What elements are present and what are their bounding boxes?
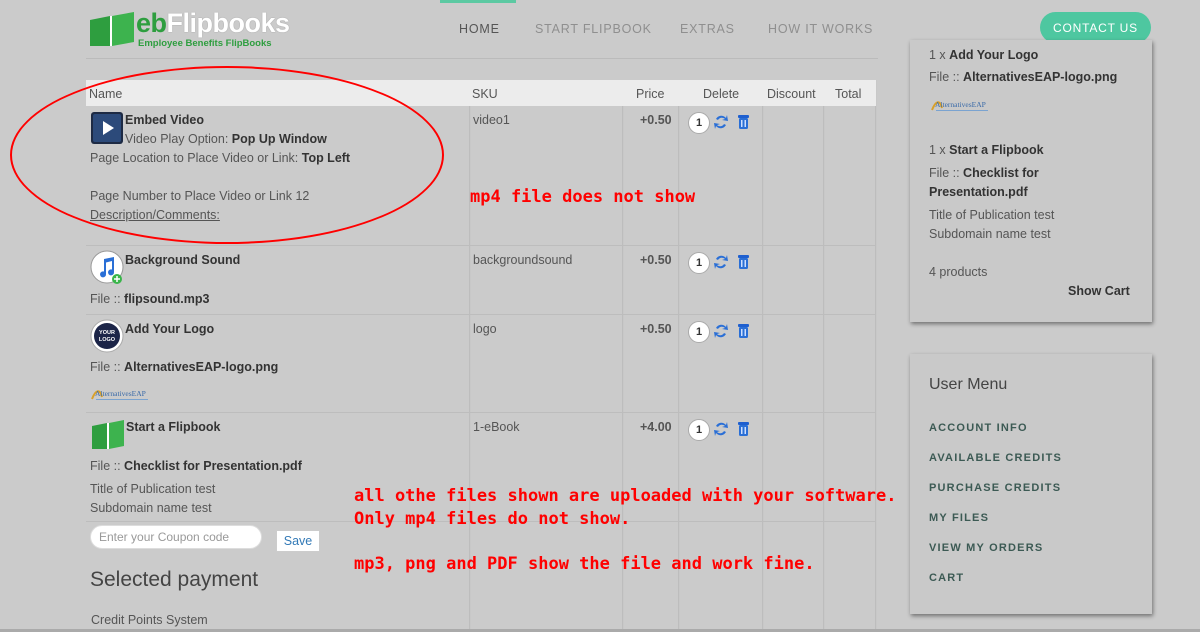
item-price: +0.50 (640, 253, 672, 267)
svg-text:AlternativesEAP: AlternativesEAP (95, 389, 146, 398)
svg-text:AlternativesEAP: AlternativesEAP (935, 100, 986, 109)
flipbook-logo-icon (90, 12, 134, 46)
item-file: File :: Checklist for Presentation.pdf (90, 459, 302, 473)
quantity-field[interactable]: 1 (688, 321, 710, 343)
site-logo[interactable]: ebFlipbooks Employee Benefits FlipBooks (88, 8, 290, 54)
menu-available-credits[interactable]: AVAILABLE CREDITS (929, 452, 1062, 464)
your-logo-text-top: YOUR (99, 330, 115, 336)
your-logo-icon: YOUR LOGO (90, 319, 124, 353)
column-header-price: Price (636, 87, 665, 101)
column-header-total: Total (835, 87, 862, 101)
item-title: Add Your Logo (125, 322, 215, 336)
nav-home[interactable]: HOME (459, 22, 500, 36)
user-menu-panel: User Menu ACCOUNT INFO AVAILABLE CREDITS… (910, 354, 1152, 614)
column-divider (622, 80, 624, 632)
your-logo-text-bottom: LOGO (99, 337, 116, 343)
nav-active-indicator (440, 0, 516, 3)
mini-cart-file-flipbook: File :: Checklist for (929, 166, 1039, 180)
mini-cart-file-flipbook-cont: Presentation.pdf (929, 185, 1028, 199)
column-divider (678, 80, 680, 632)
delete-icon[interactable] (737, 113, 750, 130)
save-coupon-button[interactable]: Save (276, 530, 320, 552)
column-divider (823, 80, 825, 632)
header-divider (86, 58, 878, 59)
menu-purchase-credits[interactable]: PURCHASE CREDITS (929, 482, 1061, 494)
publication-title: Title of Publication test (90, 482, 216, 496)
item-price: +0.50 (640, 322, 672, 336)
update-icon[interactable] (713, 253, 729, 271)
item-file: File :: AlternativesEAP-logo.png (90, 360, 279, 374)
mini-cart-panel: 1 x Add Your Logo File :: AlternativesEA… (910, 40, 1152, 322)
update-icon[interactable] (713, 113, 729, 131)
flipbook-icon (92, 420, 124, 449)
show-cart-link[interactable]: Show Cart (1068, 284, 1130, 298)
delete-icon[interactable] (737, 420, 750, 437)
alternatives-eap-logo-icon: AlternativesEAP (91, 389, 148, 400)
annotation-line-2: Only mp4 files do not show. (354, 509, 631, 529)
nav-start-flipbook[interactable]: START FLIPBOOK (535, 22, 652, 36)
alternatives-eap-logo-icon: AlternativesEAP (931, 100, 988, 111)
quantity-field[interactable]: 1 (688, 112, 710, 134)
column-divider (469, 80, 471, 632)
column-header-delete: Delete (703, 87, 740, 101)
mini-cart-product-count: 4 products (929, 265, 988, 279)
nav-extras[interactable]: EXTRAS (680, 22, 735, 36)
item-sku: video1 (473, 113, 510, 127)
mini-cart-subdomain: Subdomain name test (929, 227, 1051, 241)
item-title: Background Sound (125, 253, 241, 267)
annotation-line-1: all othe files shown are uploaded with y… (354, 486, 897, 506)
update-icon[interactable] (713, 420, 729, 438)
item-price: +0.50 (640, 113, 672, 127)
item-file: File :: flipsound.mp3 (90, 292, 210, 306)
mini-cart-file-logo: File :: AlternativesEAP-logo.png (929, 70, 1118, 84)
row-divider (86, 245, 876, 246)
menu-cart[interactable]: CART (929, 572, 964, 584)
contact-us-button[interactable]: CONTACT US (1040, 12, 1151, 43)
column-header-sku: SKU (472, 87, 498, 101)
column-header-discount: Discount (767, 87, 816, 101)
delete-icon[interactable] (737, 253, 750, 270)
coupon-code-input[interactable]: Enter your Coupon code (90, 525, 262, 549)
quantity-field[interactable]: 1 (688, 252, 710, 274)
alternatives-eap-logo-thumbnail: AlternativesEAP (90, 383, 152, 405)
column-divider (875, 80, 877, 632)
mini-cart-line-flipbook: 1 x Start a Flipbook (929, 143, 1044, 157)
item-title: Start a Flipbook (126, 420, 221, 434)
menu-my-files[interactable]: MY FILES (929, 512, 989, 524)
annotation-line-3: mp3, png and PDF show the file and work … (354, 554, 815, 574)
nav-how-it-works[interactable]: HOW IT WORKS (768, 22, 873, 36)
annotation-ellipse (10, 66, 444, 244)
delete-icon[interactable] (737, 322, 750, 339)
logo-text: ebFlipbooks (136, 8, 290, 38)
subdomain-name: Subdomain name test (90, 501, 212, 515)
item-price: +4.00 (640, 420, 672, 434)
logo-subtitle: Employee Benefits FlipBooks (138, 38, 272, 49)
row-divider (86, 314, 876, 315)
quantity-field[interactable]: 1 (688, 419, 710, 441)
music-note-icon (90, 250, 124, 284)
column-divider (762, 80, 764, 632)
menu-account-info[interactable]: ACCOUNT INFO (929, 422, 1028, 434)
row-divider (86, 412, 876, 413)
selected-payment-heading: Selected payment (90, 568, 259, 591)
item-sku: logo (473, 322, 497, 336)
menu-view-my-orders[interactable]: VIEW MY ORDERS (929, 542, 1043, 554)
payment-method: Credit Points System (91, 613, 208, 627)
user-menu-title: User Menu (929, 376, 1008, 393)
item-sku: 1-eBook (473, 420, 520, 434)
update-icon[interactable] (713, 322, 729, 340)
mini-cart-line-logo: 1 x Add Your Logo (929, 48, 1039, 62)
mini-cart-publication: Title of Publication test (929, 208, 1055, 222)
item-sku: backgroundsound (473, 253, 573, 267)
annotation-mp4-note: mp4 file does not show (470, 187, 696, 207)
